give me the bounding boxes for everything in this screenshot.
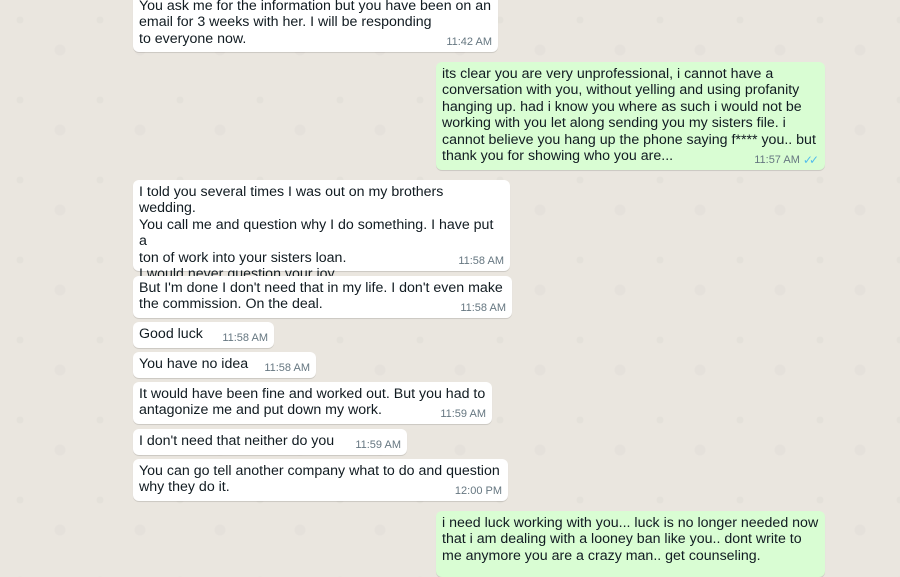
message-bubble-incoming[interactable]: I don't need that neither do you 11:59 A…: [133, 429, 407, 455]
message-time: 11:59 AM: [440, 408, 486, 420]
message-text: But I'm done I don't need that in my lif…: [139, 280, 503, 313]
message-time: 12:00 PM: [454, 485, 502, 497]
message-time: 11:58 AM: [264, 362, 310, 374]
message-meta: 11:42 AM: [446, 36, 492, 48]
message-bubble-incoming[interactable]: It would have been fine and worked out. …: [133, 382, 492, 424]
message-time: 11:58 AM: [458, 255, 504, 267]
message-text: It would have been fine and worked out. …: [139, 386, 486, 419]
message-text: You ask me for the information but you h…: [139, 0, 492, 47]
message-meta: 11:58 AM: [222, 332, 268, 344]
message-time: 11:57 AM: [754, 154, 800, 166]
message-text: Good luck: [139, 326, 203, 342]
message-time: 11:58 AM: [460, 302, 506, 314]
message-meta: 11:59 AM: [440, 408, 486, 420]
message-bubble-incoming[interactable]: I told you several times I was out on my…: [133, 180, 510, 298]
message-time: 11:58 AM: [222, 332, 268, 344]
message-bubble-outgoing[interactable]: its clear you are very unprofessional, i…: [436, 62, 825, 170]
message-meta: 11:58 AM: [460, 302, 506, 314]
message-bubble-incoming[interactable]: You have no idea 11:58 AM: [133, 352, 316, 378]
message-meta: 11:58 AM: [458, 255, 504, 267]
message-meta: 11:57 AM ✓✓: [754, 154, 819, 166]
double-check-read-icon: ✓✓: [802, 153, 819, 167]
message-meta: 12:00 PM: [455, 485, 502, 497]
message-bubble-outgoing[interactable]: i need luck working with you... luck is …: [436, 511, 825, 577]
message-bubble-incoming[interactable]: But I'm done I don't need that in my lif…: [133, 276, 512, 318]
message-meta: 11:58 AM: [264, 362, 310, 374]
message-bubble-incoming[interactable]: You can go tell another company what to …: [133, 459, 508, 501]
message-text: I don't need that neither do you: [139, 433, 335, 449]
message-text: You have no idea: [139, 356, 249, 372]
message-time: 11:59 AM: [355, 439, 401, 451]
message-time: 11:42 AM: [446, 36, 492, 48]
chat-message-list[interactable]: You ask me for the information but you h…: [0, 0, 900, 577]
message-text: You can go tell another company what to …: [139, 463, 500, 496]
message-text: its clear you are very unprofessional, i…: [442, 66, 816, 165]
message-text: i need luck working with you... luck is …: [442, 515, 819, 564]
message-bubble-incoming[interactable]: Good luck 11:58 AM: [133, 322, 274, 348]
message-meta: 11:59 AM: [355, 439, 401, 451]
message-bubble-incoming[interactable]: You ask me for the information but you h…: [133, 0, 498, 52]
